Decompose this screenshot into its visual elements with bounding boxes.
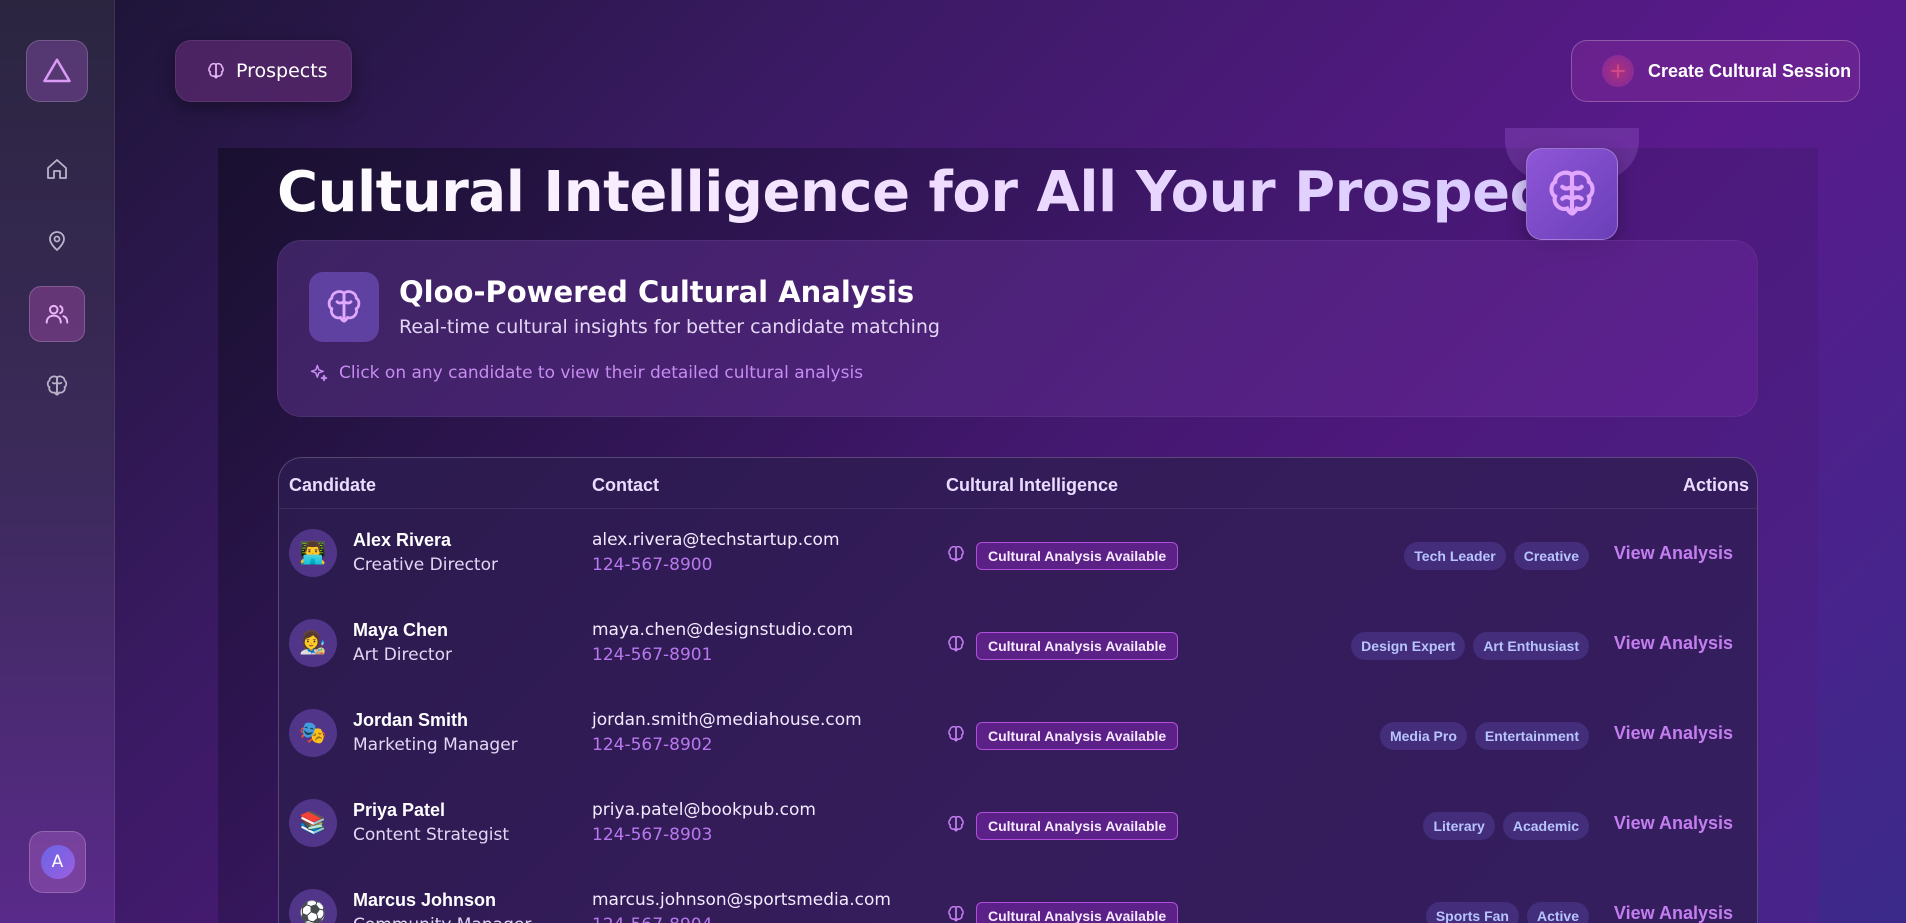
user-avatar-button[interactable]: A bbox=[29, 831, 86, 893]
trait-tag: Literary bbox=[1423, 812, 1495, 840]
candidate-avatar: ⚽ bbox=[289, 889, 337, 923]
header-contact: Contact bbox=[592, 475, 659, 495]
header-candidate: Candidate bbox=[289, 475, 377, 495]
users-icon bbox=[45, 304, 69, 324]
qloo-card-title: Qloo-Powered Cultural Analysis bbox=[399, 275, 915, 309]
brain-icon bbox=[946, 814, 966, 834]
sidebar-item-brain[interactable] bbox=[29, 358, 85, 414]
trait-tag: Creative bbox=[1513, 542, 1589, 570]
trait-tags: Tech Leader Creative bbox=[1404, 542, 1589, 570]
table-row[interactable]: 👩‍🎨 Maya Chen Art Director maya.chen@des… bbox=[279, 600, 1757, 690]
view-analysis-link[interactable]: View Analysis bbox=[1614, 903, 1733, 923]
trait-tags: Media Pro Entertainment bbox=[1379, 722, 1589, 750]
candidate-role: Content Strategist bbox=[353, 825, 510, 845]
table-row[interactable]: 👨‍💻 Alex Rivera Creative Director alex.r… bbox=[279, 510, 1757, 600]
view-analysis-link[interactable]: View Analysis bbox=[1614, 543, 1733, 564]
candidate-avatar: 📚 bbox=[289, 799, 337, 847]
status-badge: Cultural Analysis Available bbox=[976, 542, 1179, 570]
brain-icon bbox=[208, 62, 224, 79]
sidebar-item-prospects[interactable] bbox=[29, 286, 85, 342]
triangle-logo-icon bbox=[43, 58, 71, 83]
page-title: Cultural Intelligence for All Your Prosp… bbox=[277, 160, 1602, 225]
table-row[interactable]: ⚽ Marcus Johnson Community Manager marcu… bbox=[279, 870, 1757, 923]
trait-tags: Literary Academic bbox=[1423, 812, 1589, 840]
candidate-avatar: 👨‍💻 bbox=[289, 529, 337, 577]
candidate-phone[interactable]: 124-567-8904 bbox=[592, 915, 712, 923]
candidate-name: Marcus Johnson bbox=[353, 890, 497, 910]
hint-text: Click on any candidate to view their det… bbox=[339, 363, 864, 383]
prospects-section-chip[interactable]: Prospects bbox=[175, 40, 352, 102]
candidate-name: Alex Rivera bbox=[353, 530, 452, 550]
view-analysis-link[interactable]: View Analysis bbox=[1614, 633, 1733, 654]
brain-icon bbox=[946, 904, 966, 923]
logo-button[interactable] bbox=[26, 40, 88, 102]
candidate-name: Jordan Smith bbox=[353, 710, 469, 730]
header-cultural-intelligence: Cultural Intelligence bbox=[946, 475, 1119, 495]
sidebar-item-home[interactable] bbox=[29, 141, 85, 197]
view-analysis-link[interactable]: View Analysis bbox=[1614, 813, 1733, 834]
candidate-name: Maya Chen bbox=[353, 620, 449, 640]
brain-icon bbox=[1549, 170, 1595, 216]
candidate-phone[interactable]: 124-567-8901 bbox=[592, 645, 712, 665]
qloo-icon-tile bbox=[309, 272, 379, 342]
sidebar: A bbox=[0, 0, 115, 923]
candidate-email[interactable]: alex.rivera@techstartup.com bbox=[592, 530, 840, 550]
map-pin-icon bbox=[49, 231, 65, 252]
qloo-card-hint: Click on any candidate to view their det… bbox=[309, 363, 863, 383]
avatar: A bbox=[40, 845, 75, 879]
prospects-table: Candidate Contact Cultural Intelligence … bbox=[278, 457, 1758, 923]
candidate-email[interactable]: jordan.smith@mediahouse.com bbox=[592, 710, 862, 730]
candidate-role: Community Manager bbox=[353, 915, 531, 923]
trait-tag: Media Pro bbox=[1379, 722, 1467, 750]
candidate-avatar: 🎭 bbox=[289, 709, 337, 757]
status-badge: Cultural Analysis Available bbox=[976, 902, 1179, 923]
view-analysis-link[interactable]: View Analysis bbox=[1614, 723, 1733, 744]
home-icon bbox=[47, 159, 67, 179]
trait-tag: Design Expert bbox=[1351, 632, 1466, 660]
status-badge: Cultural Analysis Available bbox=[976, 632, 1179, 660]
qloo-card-subtitle: Real-time cultural insights for better c… bbox=[399, 316, 940, 338]
candidate-avatar: 👩‍🎨 bbox=[289, 619, 337, 667]
header-actions: Actions bbox=[1682, 475, 1749, 495]
candidate-phone[interactable]: 124-567-8902 bbox=[592, 735, 712, 755]
hero-brain-badge bbox=[1526, 148, 1618, 240]
brain-icon bbox=[46, 375, 68, 396]
candidate-role: Creative Director bbox=[353, 555, 498, 575]
trait-tag: Academic bbox=[1502, 812, 1589, 840]
create-cultural-session-button[interactable]: Create Cultural Session bbox=[1571, 40, 1860, 102]
candidate-name: Priya Patel bbox=[353, 800, 446, 820]
brain-icon bbox=[327, 290, 361, 323]
sidebar-item-location[interactable] bbox=[29, 213, 85, 269]
trait-tag: Tech Leader bbox=[1404, 542, 1506, 570]
candidate-email[interactable]: maya.chen@designstudio.com bbox=[592, 620, 853, 640]
table-row[interactable]: 🎭 Jordan Smith Marketing Manager jordan.… bbox=[279, 690, 1757, 780]
create-session-label: Create Cultural Session bbox=[1648, 60, 1852, 81]
qloo-analysis-card: Qloo-Powered Cultural Analysis Real-time… bbox=[277, 240, 1758, 417]
candidate-phone[interactable]: 124-567-8900 bbox=[592, 555, 712, 575]
brain-icon bbox=[946, 544, 966, 564]
candidate-role: Art Director bbox=[353, 645, 452, 665]
trait-tag: Active bbox=[1526, 902, 1589, 923]
trait-tags: Design Expert Art Enthusiast bbox=[1351, 632, 1589, 660]
brain-icon bbox=[946, 724, 966, 744]
table-row[interactable]: 📚 Priya Patel Content Strategist priya.p… bbox=[279, 780, 1757, 870]
candidate-email[interactable]: marcus.johnson@sportsmedia.com bbox=[592, 890, 891, 910]
sparkles-icon bbox=[310, 364, 328, 382]
prospects-label: Prospects bbox=[236, 60, 328, 82]
plus-icon bbox=[1602, 55, 1634, 87]
trait-tag: Entertainment bbox=[1474, 722, 1589, 750]
trait-tags: Sports Fan Active bbox=[1425, 902, 1589, 923]
status-badge: Cultural Analysis Available bbox=[976, 812, 1179, 840]
trait-tag: Art Enthusiast bbox=[1473, 632, 1589, 660]
candidate-role: Marketing Manager bbox=[353, 735, 518, 755]
trait-tag: Sports Fan bbox=[1425, 902, 1519, 923]
status-badge: Cultural Analysis Available bbox=[976, 722, 1179, 750]
header-divider bbox=[279, 508, 1757, 509]
candidate-email[interactable]: priya.patel@bookpub.com bbox=[592, 800, 816, 820]
candidate-phone[interactable]: 124-567-8903 bbox=[592, 825, 712, 845]
brain-icon bbox=[946, 634, 966, 654]
